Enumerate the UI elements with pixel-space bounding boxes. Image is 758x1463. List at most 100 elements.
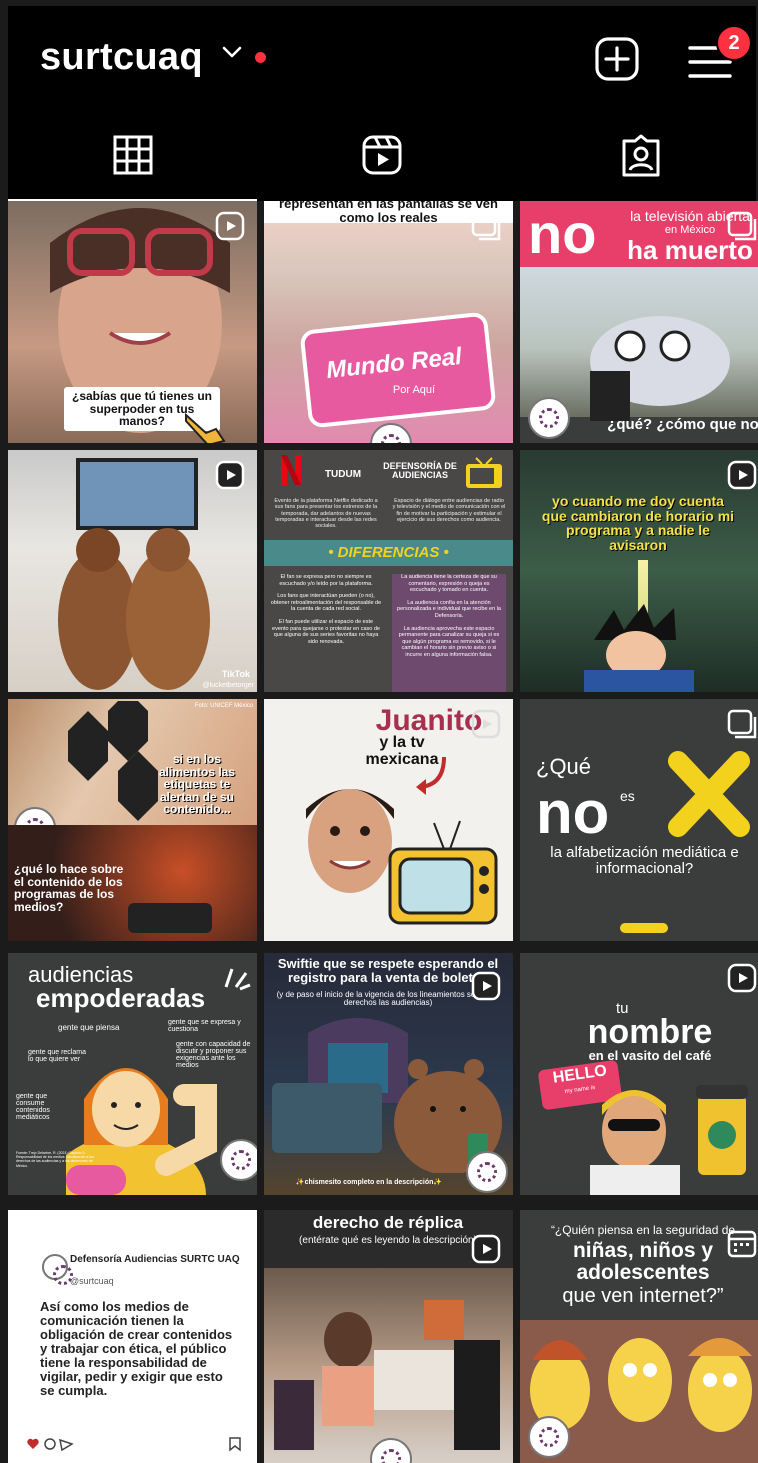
left-point: El fan se expresa pero no siempre es esc… (279, 574, 373, 587)
line-3: adolescentes (576, 1261, 710, 1284)
brand-logo (220, 1139, 257, 1181)
reel-icon (471, 709, 501, 739)
left-point: El fan puede utilizar el espacio de este… (272, 618, 380, 645)
post-tile-10[interactable]: audiencias empoderadas gente que piensa … (8, 953, 257, 1195)
caption-top: si en los alimentos las etiquetas te ale… (158, 752, 236, 817)
brand-logo (466, 1151, 508, 1193)
big-word: no (528, 202, 597, 265)
carousel-icon (727, 211, 757, 241)
es-word: es (620, 788, 635, 804)
post-tile-7[interactable]: Foto: UNICEF México si en los alimentos … (8, 699, 257, 941)
post-header: representan en las pantallas se ven como… (279, 201, 498, 225)
post-tile-13[interactable]: Defensoría Audiencias SURTC UAQ @surtcua… (8, 1210, 257, 1463)
calendar-icon (727, 1230, 757, 1258)
post-tile-14[interactable]: derecho de réplica (entérate qué es leye… (264, 1210, 513, 1463)
dogs-photo (58, 528, 210, 690)
reel-icon (215, 460, 245, 490)
sign-subtext: Por Aquí (392, 384, 436, 396)
profile-tabs (8, 106, 756, 201)
line-3: en el vasito del café (588, 1048, 712, 1063)
left-intro: Evento de la plataforma Netflix dedicado… (274, 498, 378, 530)
bottom-caption: ¿qué? ¿cómo que no? (607, 416, 758, 433)
post-tile-3[interactable]: no la televisión abierta en México ha mu… (520, 201, 758, 443)
like-comment-share-icons (27, 1438, 74, 1452)
tagged-icon (622, 134, 660, 177)
carousel-icon (727, 709, 757, 739)
source-note: Fuente: Trejo Delarbre, R. (2021) Capítu… (16, 1151, 94, 1168)
reel-icon (727, 963, 757, 993)
chevron-down-icon[interactable] (221, 44, 243, 60)
post-tile-5[interactable]: TUDUM DEFENSORÍA DE AUDIENCIAS Evento de… (264, 450, 513, 692)
line-1: “¿Quién piensa en la seguridad de (550, 1223, 736, 1237)
big-word: nombre (587, 1013, 713, 1051)
tv-icon (466, 457, 502, 488)
line-1: ¿Qué (536, 754, 592, 779)
right-line: ha muerto (627, 235, 753, 265)
band-title: • DIFERENCIAS • (328, 544, 449, 561)
line-4: que ven internet?” (562, 1285, 724, 1307)
people-scene (274, 1300, 500, 1450)
post-title: Swiftie que se respete esperando el regi… (277, 956, 499, 985)
reel-icon (215, 211, 245, 241)
point: gente que piensa (58, 1023, 120, 1032)
post-tile-2[interactable]: representan en las pantallas se ven como… (264, 201, 513, 443)
right-title: DEFENSORÍA DE AUDIENCIAS (383, 461, 457, 481)
username-switcher[interactable]: surtcuaq (40, 36, 203, 79)
hand-pointer-icon (185, 412, 226, 443)
profile-header: surtcuaq 2 (8, 6, 756, 106)
tab-reels[interactable] (257, 106, 506, 201)
post-tile-9[interactable]: ¿Qué no es la alfabetización mediática e… (520, 699, 758, 941)
bear-illustration (272, 1018, 502, 1173)
brand-logo (42, 1254, 73, 1285)
watermark: TikTok (221, 669, 250, 679)
bottom-line: la alfabetización mediática e informacio… (550, 844, 739, 877)
reel-icon (471, 971, 501, 1001)
reel-icon (727, 460, 757, 490)
remote-control (128, 903, 212, 933)
unread-dot (255, 52, 266, 63)
brand-logo (528, 397, 570, 439)
brand-logo (528, 1416, 570, 1458)
social-icons (620, 923, 668, 933)
tab-grid[interactable] (8, 106, 257, 201)
post-tile-8[interactable]: Juanito y la tv mexicana (264, 699, 513, 941)
tab-tagged[interactable] (506, 106, 755, 201)
reels-icon (362, 135, 402, 175)
account-name: Defensoría Audiencias SURTC UAQ (70, 1254, 240, 1265)
watermark-handle: @lucketbetorger (202, 682, 254, 689)
account-handle: @surtcuaq (70, 1276, 114, 1286)
photo-credit: Foto: UNICEF México (194, 703, 254, 709)
right-panel: La audiencia tiene la certeza de que su … (392, 574, 506, 692)
red-arrow (416, 756, 446, 795)
left-title: TUDUM (324, 469, 362, 480)
puppet-figure (590, 316, 730, 421)
post-tile-1[interactable]: ¿sabías que tú tienes un superpoder en t… (8, 201, 257, 443)
title-bold: empoderadas (36, 983, 206, 1013)
post-tile-15[interactable]: “¿Quién piensa en la seguridad de niñas,… (520, 1210, 758, 1463)
notification-badge: 2 (716, 25, 752, 61)
footer-note: ✨chismesito completo en la descripción✨ (295, 1179, 443, 1186)
point: gente que se expresa y cuestiona (168, 1019, 241, 1033)
post-tile-6[interactable]: yo cuando me doy cuenta que cambiaron de… (520, 450, 758, 692)
right-intro: Espacio de diálogo entre audiencias de r… (392, 498, 506, 523)
post-tile-11[interactable]: Swiftie que se respete esperando el regi… (264, 953, 513, 1195)
retro-tv-icon (388, 820, 498, 925)
post-tile-12[interactable]: tu nombre en el vasito del café HELLO my… (520, 953, 758, 1195)
big-word: no (536, 779, 610, 846)
right-point: La audiencia tiene la certeza de que su … (401, 574, 497, 594)
right-point: La audiencia aprovecha este espacio perm… (398, 625, 500, 658)
post-sub: (entérate qué es leyendo la descripción) (299, 1235, 477, 1246)
post-tile-4[interactable]: TikTok @lucketbetorger (8, 450, 257, 692)
post-title: derecho de réplica (312, 1213, 464, 1232)
caption-bottom: ¿qué lo hace sobre el contenido de los p… (14, 862, 124, 914)
reel-icon (471, 1234, 501, 1264)
yellow-x-icon (668, 751, 750, 837)
post-body: Así como los medios de comunicación tien… (40, 1299, 233, 1399)
carousel-icon (471, 211, 501, 241)
brand-logo (370, 423, 412, 443)
plus-square-icon[interactable] (594, 36, 640, 82)
right-point: La audiencia confía en la atención perso… (397, 599, 501, 619)
woman-flexing-illustration (66, 1068, 217, 1195)
line-2: niñas, niños y (572, 1239, 714, 1262)
anime-figure (584, 604, 694, 692)
